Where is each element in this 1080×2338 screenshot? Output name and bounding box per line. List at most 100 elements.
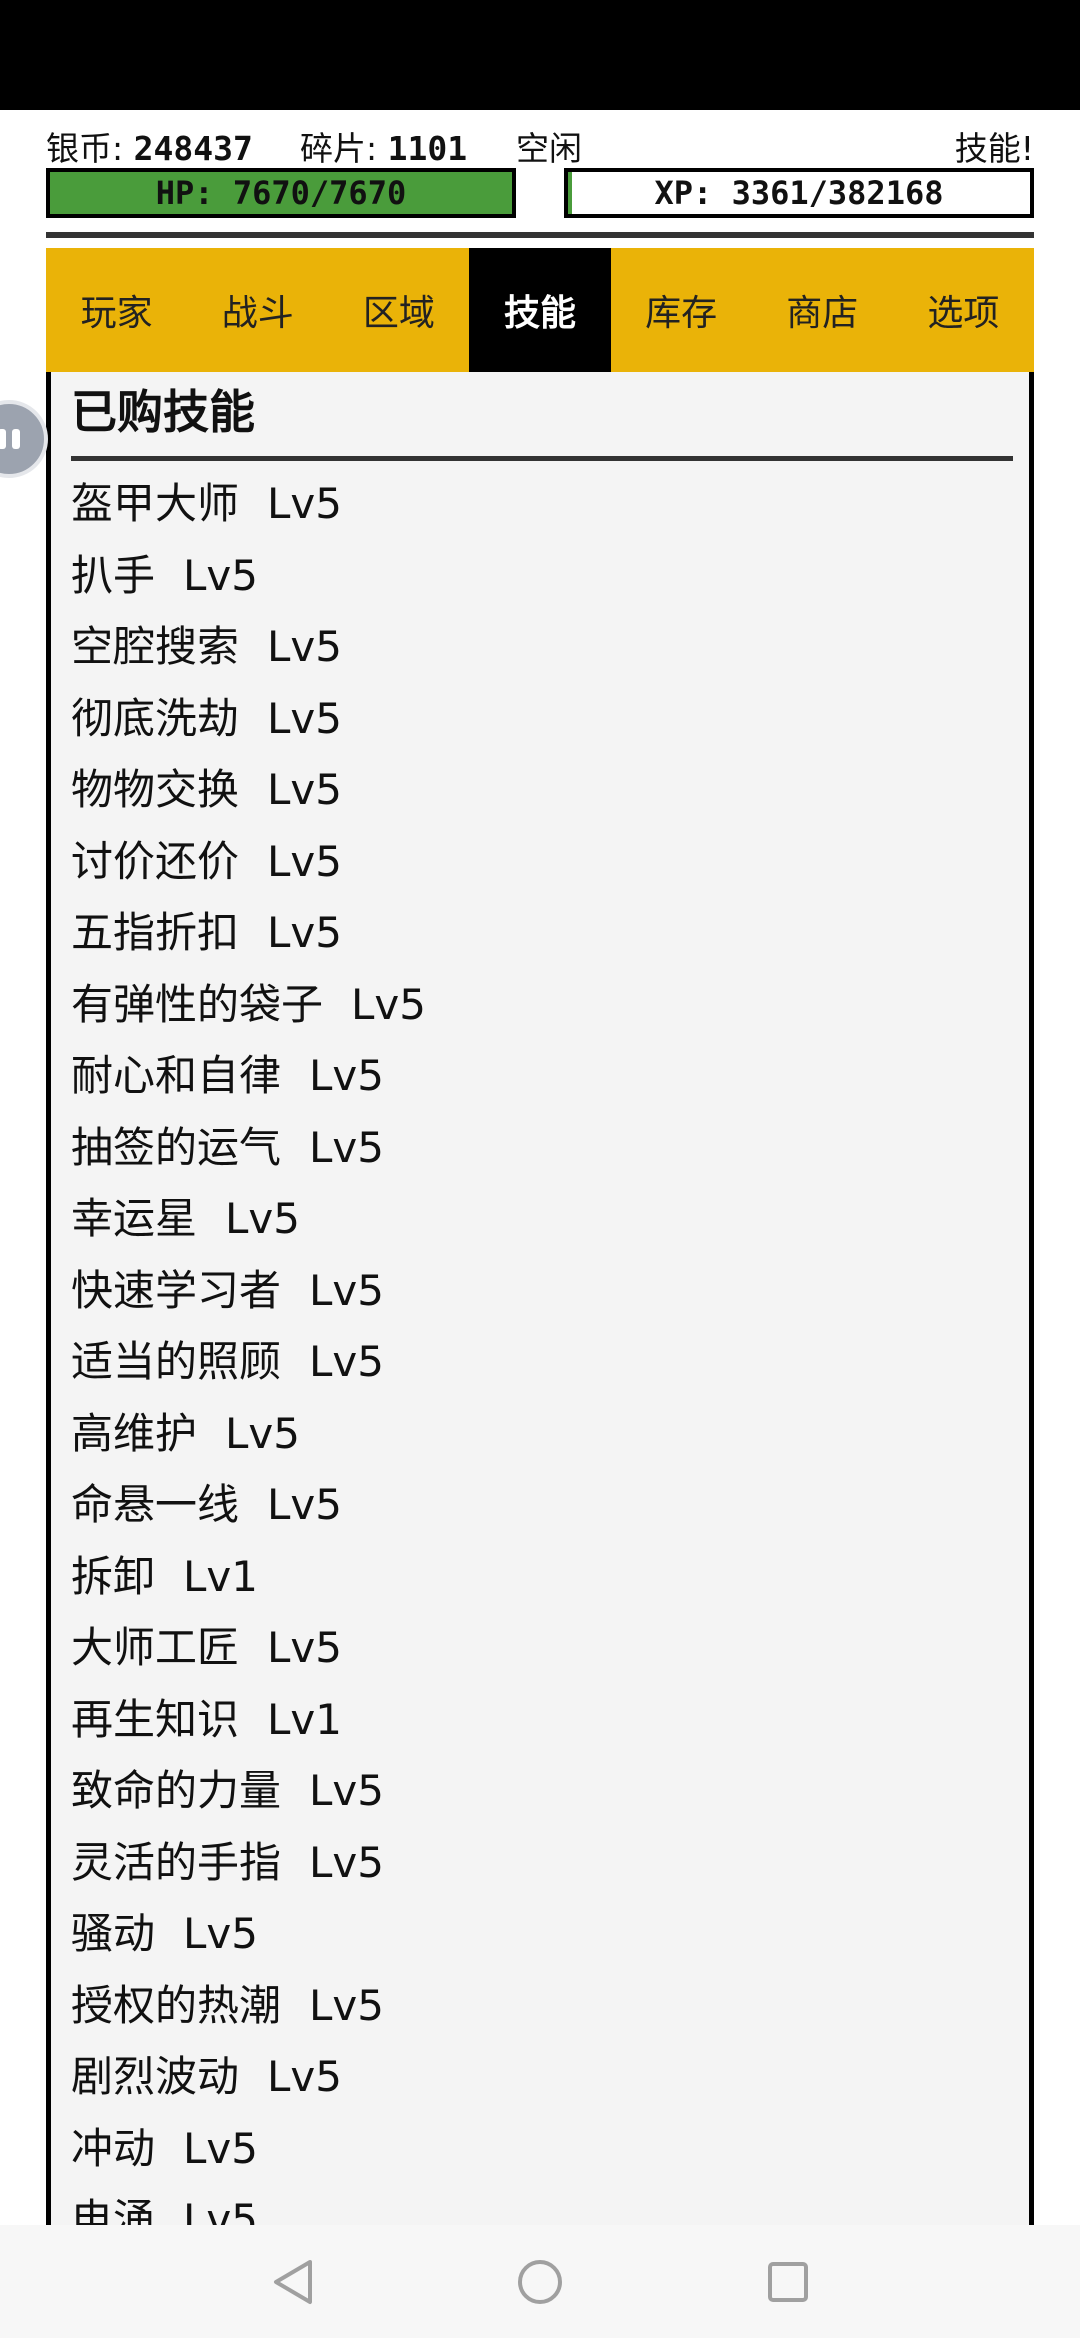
- shards-value: 1101: [387, 129, 468, 168]
- panel-title: 已购技能: [71, 385, 255, 439]
- triangle-back-icon[interactable]: [268, 2258, 316, 2306]
- list-item[interactable]: 有弹性的袋子 Lv5: [71, 969, 1013, 1041]
- list-item[interactable]: 讨价还价 Lv5: [71, 826, 1013, 898]
- skill-name: 讨价还价: [71, 836, 240, 886]
- activity-status: 空闲: [516, 129, 582, 168]
- tab-4[interactable]: 库存: [611, 248, 752, 372]
- purchased-skills-panel[interactable]: 已购技能 盔甲大师 Lv5 扒手 Lv5 空腔搜索 Lv5 彻底洗劫 Lv5 物物交换 Lv5 讨价…: [46, 372, 1034, 2225]
- skill-level: Lv1: [267, 1694, 342, 1744]
- skill-level: Lv5: [309, 1051, 384, 1100]
- panel-divider: [71, 456, 1013, 461]
- skill-level: Lv5: [267, 1623, 342, 1672]
- skill-level: Lv5: [351, 979, 426, 1029]
- xp-bar-fill: [568, 172, 573, 214]
- list-item[interactable]: 剧烈波动 Lv5: [71, 2041, 1013, 2113]
- skill-name: 耐心和自律: [71, 1051, 282, 1100]
- shards-label: 碎片:: [300, 129, 378, 168]
- silver-label: 银币:: [46, 129, 124, 168]
- list-item[interactable]: 耐心和自律 Lv5: [71, 1040, 1013, 1112]
- list-item[interactable]: 灵活的手指 Lv5: [71, 1827, 1013, 1899]
- list-item[interactable]: 命悬一线 Lv5: [71, 1469, 1013, 1541]
- tab-6[interactable]: 选项: [893, 248, 1034, 372]
- list-item[interactable]: 盔甲大师 Lv5: [71, 468, 1013, 540]
- skill-level: Lv5: [267, 2052, 342, 2101]
- skill-level: Lv5: [309, 1766, 384, 1815]
- skill-name: 空腔搜索: [71, 622, 240, 671]
- list-item[interactable]: 扒手 Lv5: [71, 540, 1013, 612]
- status-bar: [0, 0, 1080, 110]
- tab-3[interactable]: 技能: [469, 248, 611, 372]
- list-item[interactable]: 空腔搜索 Lv5: [71, 611, 1013, 683]
- list-item[interactable]: 大师工匠 Lv5: [71, 1612, 1013, 1684]
- list-item[interactable]: 电涌 Lv5: [71, 2184, 1013, 2225]
- skill-name: 再生知识: [71, 1694, 240, 1744]
- pause-bubble-icon[interactable]: [0, 400, 48, 478]
- tab-0[interactable]: 玩家: [46, 248, 187, 372]
- skill-name: 冲动: [71, 2123, 156, 2173]
- skill-name: 盔甲大师: [71, 479, 240, 528]
- system-nav-bar: [0, 2225, 1080, 2338]
- skill-name: 抽签的运气: [71, 1122, 282, 1172]
- skill-level: Lv5: [267, 836, 342, 886]
- list-item[interactable]: 授权的热潮 Lv5: [71, 1970, 1013, 2042]
- list-item[interactable]: 五指折扣 Lv5: [71, 897, 1013, 969]
- list-item[interactable]: 抽签的运气 Lv5: [71, 1112, 1013, 1184]
- skills-notice[interactable]: 技能!: [955, 124, 1034, 174]
- skill-name: 快速学习者: [71, 1265, 282, 1315]
- skill-name: 授权的热潮: [71, 1980, 282, 2030]
- list-item[interactable]: 快速学习者 Lv5: [71, 1255, 1013, 1327]
- stat-bars: HP: 7670/7670 XP: 3361/382168: [46, 168, 1034, 220]
- skill-level: Lv5: [183, 550, 258, 600]
- list-item[interactable]: 彻底洗劫 Lv5: [71, 683, 1013, 755]
- resource-line: 银币: 248437 碎片: 1101 空闲 技能!: [46, 124, 1034, 174]
- list-item[interactable]: 高维护 Lv5: [71, 1398, 1013, 1470]
- skill-name: 五指折扣: [71, 908, 240, 957]
- skill-name: 骚动: [71, 1909, 156, 1958]
- skill-level: Lv5: [309, 1980, 384, 2030]
- list-item[interactable]: 幸运星 Lv5: [71, 1183, 1013, 1255]
- skill-level: Lv5: [309, 1265, 384, 1315]
- list-item[interactable]: 冲动 Lv5: [71, 2113, 1013, 2185]
- skill-level: Lv5: [309, 1337, 384, 1386]
- list-item[interactable]: 物物交换 Lv5: [71, 754, 1013, 826]
- list-item[interactable]: 骚动 Lv5: [71, 1898, 1013, 1970]
- skill-name: 灵活的手指: [71, 1837, 282, 1887]
- header-divider: [46, 232, 1034, 238]
- square-recents-icon[interactable]: [764, 2258, 812, 2306]
- tab-5[interactable]: 商店: [752, 248, 893, 372]
- skill-name: 命悬一线: [71, 1480, 240, 1529]
- skill-name: 适当的照顾: [71, 1337, 282, 1386]
- skill-level: Lv5: [267, 765, 342, 814]
- skill-level: Lv1: [183, 1551, 258, 1601]
- skill-level: Lv5: [267, 908, 342, 957]
- list-item[interactable]: 再生知识 Lv1: [71, 1684, 1013, 1756]
- skill-name: 扒手: [71, 550, 156, 600]
- skill-name: 电涌: [71, 2195, 156, 2225]
- hp-bar: HP: 7670/7670: [46, 168, 516, 218]
- skill-level: Lv5: [267, 479, 342, 528]
- skill-name: 剧烈波动: [71, 2052, 240, 2101]
- main-tabs: 玩家 战斗 区域 技能 库存 商店 选项: [46, 248, 1034, 372]
- hp-text: HP: 7670/7670: [155, 174, 407, 212]
- skill-name: 大师工匠: [71, 1623, 240, 1672]
- skill-level: Lv5: [225, 1408, 300, 1458]
- skill-level: Lv5: [309, 1837, 384, 1887]
- skill-level: Lv5: [183, 1909, 258, 1958]
- skill-name: 有弹性的袋子: [71, 979, 324, 1029]
- silver-value: 248437: [133, 129, 253, 168]
- skill-name: 彻底洗劫: [71, 693, 240, 743]
- skill-level: Lv5: [225, 1194, 300, 1243]
- skill-level: Lv5: [267, 1480, 342, 1529]
- list-item[interactable]: 适当的照顾 Lv5: [71, 1326, 1013, 1398]
- xp-text: XP: 3361/382168: [654, 174, 944, 212]
- xp-bar: XP: 3361/382168: [564, 168, 1034, 218]
- tab-1[interactable]: 战斗: [187, 248, 328, 372]
- list-item[interactable]: 致命的力量 Lv5: [71, 1755, 1013, 1827]
- skill-name: 物物交换: [71, 765, 240, 814]
- circle-home-icon[interactable]: [516, 2258, 564, 2306]
- game-app: 银币: 248437 碎片: 1101 空闲 技能! HP: 7670/7670…: [0, 110, 1080, 2225]
- skill-name: 高维护: [71, 1408, 198, 1458]
- tab-2[interactable]: 区域: [328, 248, 469, 372]
- list-item[interactable]: 拆卸 Lv1: [71, 1541, 1013, 1613]
- skill-level: Lv5: [183, 2195, 258, 2225]
